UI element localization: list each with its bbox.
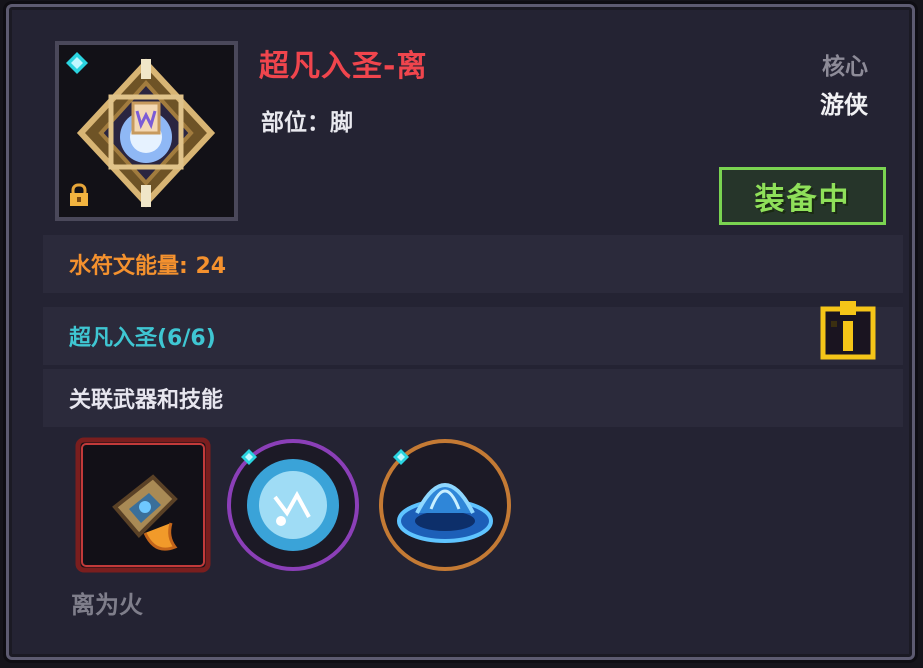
energy-text: 水符文能量: 24 <box>69 254 227 279</box>
item-tooltip-panel: 超凡入圣-离 部位：脚 核心 游侠 装备中 水符文能量: 24 超凡入圣(6/6… <box>6 4 915 660</box>
linked-skill-3[interactable] <box>377 437 513 573</box>
linked-skill-2[interactable] <box>225 437 361 573</box>
item-class-name: 游侠 <box>820 91 868 119</box>
lock-icon <box>70 183 88 206</box>
info-icon[interactable] <box>819 299 877 361</box>
rune-diamond-icon <box>76 58 216 208</box>
linked-skill-1[interactable] <box>75 437 211 573</box>
water-vortex-icon <box>379 439 511 571</box>
energy-row: 水符文能量: 24 <box>43 235 903 293</box>
linked-skill-label: 离为火 <box>71 591 143 619</box>
item-category: 核心 <box>822 54 868 80</box>
item-slot[interactable] <box>55 41 238 221</box>
equipped-button[interactable]: 装备中 <box>719 167 886 225</box>
item-name: 超凡入圣-离 <box>259 49 428 84</box>
set-bonus-row: 超凡入圣(6/6) <box>43 301 903 365</box>
set-bonus-text: 超凡入圣(6/6) <box>69 326 216 351</box>
ice-orb-icon <box>227 439 359 571</box>
fire-sword-icon <box>75 437 211 573</box>
item-slot-text: 部位：脚 <box>261 110 353 136</box>
gem-badge-icon <box>66 52 88 74</box>
linked-heading: 关联武器和技能 <box>69 388 224 413</box>
linked-heading-row: 关联武器和技能 <box>43 369 903 427</box>
